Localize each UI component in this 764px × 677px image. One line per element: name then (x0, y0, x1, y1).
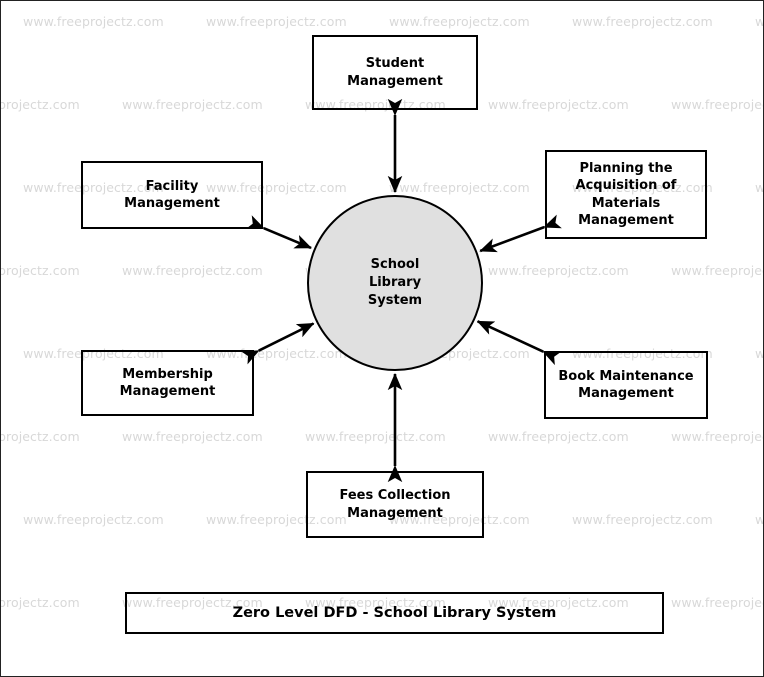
diagram-caption-text: Zero Level DFD - School Library System (232, 605, 557, 621)
entity-fees-collection-management[interactable]: Fees Collection Management (306, 471, 484, 538)
entity-label: Book Maintenance Management (558, 368, 694, 401)
dfd-diagram-page: www.freeprojectz.com www.freeprojectz.com… (0, 0, 764, 677)
entity-label: Facility Management (124, 178, 220, 211)
process-school-library-system[interactable]: School Library System (307, 195, 483, 371)
entity-membership-management[interactable]: Membership Management (81, 350, 254, 416)
entity-student-management[interactable]: Student Management (312, 35, 478, 110)
diagram-caption: Zero Level DFD - School Library System (125, 592, 664, 634)
entity-label: Planning the Acquisition of Materials Manag… (575, 161, 677, 228)
diagram-canvas: Student Management Planning the Acquisitio… (1, 1, 763, 676)
entity-facility-management[interactable]: Facility Management (81, 161, 263, 229)
process-label: School Library System (367, 257, 423, 308)
entity-label: Membership Management (119, 366, 216, 399)
entity-label: Fees Collection Management (339, 488, 451, 521)
entity-book-maintenance-management[interactable]: Book Maintenance Management (544, 351, 708, 419)
entity-label: Student Management (347, 56, 443, 89)
entity-planning-acquisition-of-materials-management[interactable]: Planning the Acquisition of Materials Manag… (545, 150, 707, 239)
